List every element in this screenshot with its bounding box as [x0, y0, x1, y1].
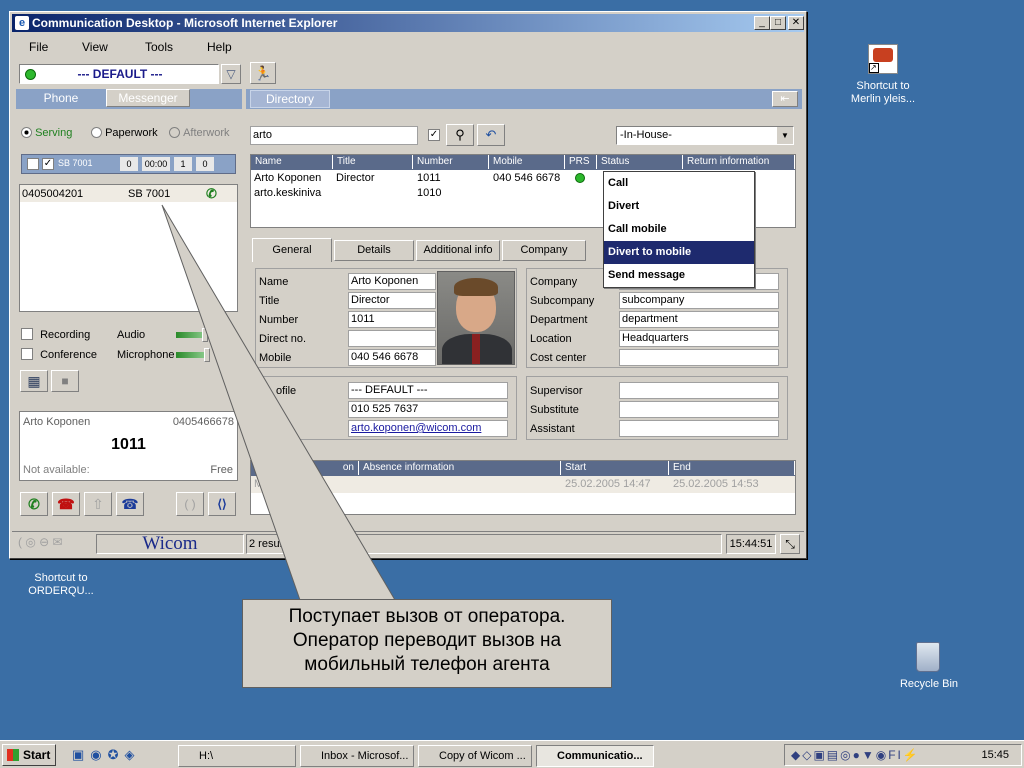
task-copy-of-wicom[interactable]: Copy of Wicom ... [418, 745, 532, 767]
callout-box: Поступает вызов от оператора. Оператор п… [242, 599, 612, 688]
quicklaunch-icons: ▣◉✪◈ [72, 747, 141, 762]
task-communication-desktop[interactable]: Communicatio... [536, 745, 654, 767]
taskbar: Start ▣◉✪◈ H:\ Inbox - Microsof... Copy … [0, 740, 1024, 768]
start-button[interactable]: Start [2, 744, 56, 766]
clock: 15:45 [981, 749, 1009, 761]
system-tray: ◆◇▣▤◎●▼◉FI⚡ 15:45 [784, 744, 1022, 766]
task-inbox[interactable]: Inbox - Microsof... [300, 745, 414, 767]
task-h-drive[interactable]: H:\ [178, 745, 296, 767]
callout-text: Поступает вызов от оператора. Оператор п… [288, 606, 566, 675]
tray-icons: ◆◇▣▤◎●▼◉FI⚡ [791, 748, 920, 762]
start-label: Start [23, 748, 51, 762]
windows-logo-icon [7, 749, 19, 761]
